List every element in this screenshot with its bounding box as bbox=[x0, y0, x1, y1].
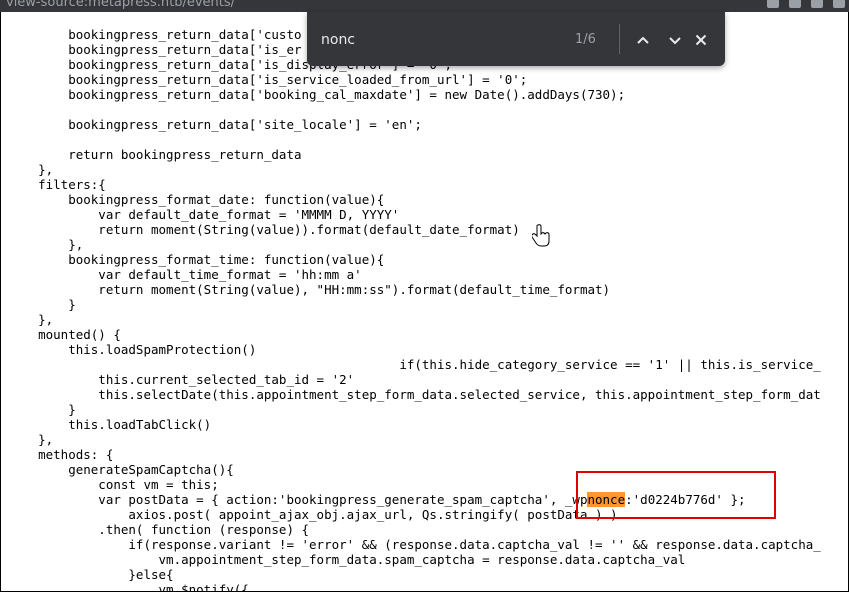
code-line: bookingpress_return_data['booking_cal_ma… bbox=[8, 87, 625, 102]
code-line: var default_date_format = 'MMMM D, YYYY' bbox=[8, 207, 399, 222]
code-line: if(this.hide_category_service == '1' || … bbox=[8, 357, 821, 372]
close-find-button[interactable] bbox=[690, 29, 712, 51]
code-text: this.loadSpamProtection() bbox=[8, 342, 257, 357]
code-line: return moment(String(value)).format(defa… bbox=[8, 222, 520, 237]
code-line: filters:{ bbox=[8, 177, 106, 192]
bookmark-icon[interactable] bbox=[811, 0, 823, 8]
code-text: return moment(String(value)).format(defa… bbox=[8, 222, 520, 237]
code-line: this.loadSpamProtection() bbox=[8, 342, 256, 357]
code-line: bookingpress_return_data['is_service_loa… bbox=[8, 72, 527, 87]
code-line: bookingpress_return_data['is_er bbox=[8, 42, 302, 57]
code-text: axios.post( appoint_ajax_obj.ajax_url, Q… bbox=[8, 507, 618, 522]
code-line: return bookingpress_return_data bbox=[8, 147, 302, 162]
code-line: if(response.variant != 'error' && (respo… bbox=[8, 537, 821, 552]
code-line: }else{ bbox=[8, 567, 174, 582]
toolbar-icons bbox=[767, 0, 845, 8]
chevron-down-icon bbox=[669, 37, 681, 45]
code-text: if(response.variant != 'error' && (respo… bbox=[8, 537, 821, 552]
code-text: generateSpamCaptcha(){ bbox=[8, 462, 234, 477]
code-text: }else{ bbox=[8, 567, 174, 582]
code-line: }, bbox=[8, 237, 83, 252]
code-line: const vm = this; bbox=[8, 477, 219, 492]
code-line: } bbox=[8, 297, 76, 312]
code-text: this.current_selected_tab_id = '2' bbox=[8, 372, 355, 387]
code-text: }, bbox=[8, 432, 54, 447]
url-bar-text[interactable]: view-source:metapress.htb/events/ bbox=[6, 0, 235, 10]
code-text: return bookingpress_return_data bbox=[8, 147, 302, 162]
code-line: bookingpress_format_date: function(value… bbox=[8, 192, 384, 207]
code-text: }, bbox=[8, 312, 54, 327]
next-match-button[interactable] bbox=[664, 29, 686, 51]
code-text: this.loadTabClick() bbox=[8, 417, 212, 432]
code-text: bookingpress_return_data['is_er bbox=[8, 42, 302, 57]
code-text: } bbox=[8, 402, 76, 417]
code-line: }, bbox=[8, 432, 53, 447]
code-text: bookingpress_format_time: function(value… bbox=[8, 252, 385, 267]
code-text: .then( function (response) { bbox=[8, 522, 310, 537]
code-text: bookingpress_return_data['site_locale'] … bbox=[8, 117, 422, 132]
find-in-page-bar: 1/6 bbox=[307, 12, 725, 66]
code-text: mounted() { bbox=[8, 327, 121, 342]
code-text: var default_time_format = 'hh:mm a' bbox=[8, 267, 362, 282]
code-text: if(this.hide_category_service == '1' || … bbox=[8, 357, 821, 372]
code-line: bookingpress_return_data['site_locale'] … bbox=[8, 117, 422, 132]
chevron-up-icon bbox=[637, 36, 649, 44]
share-icon[interactable] bbox=[789, 0, 801, 8]
code-line: } bbox=[8, 402, 76, 417]
code-text: return moment(String(value), "HH:mm:ss")… bbox=[8, 282, 611, 297]
code-line: }, bbox=[8, 162, 53, 177]
code-text: var default_date_format = 'MMMM D, YYYY' bbox=[8, 207, 400, 222]
code-line: vm.$notify({ bbox=[8, 582, 249, 591]
annotation-highlight-box bbox=[576, 471, 776, 519]
code-line: methods: { bbox=[8, 447, 113, 462]
code-text: bookingpress_format_date: function(value… bbox=[8, 192, 385, 207]
code-text: methods: { bbox=[8, 447, 114, 462]
code-line: bookingpress_format_time: function(value… bbox=[8, 252, 384, 267]
code-text: this.selectDate(this.appointment_step_fo… bbox=[8, 387, 821, 402]
code-text: filters:{ bbox=[8, 177, 106, 192]
code-text: } bbox=[8, 297, 76, 312]
match-count: 1/6 bbox=[575, 32, 596, 47]
code-text: bookingpress_return_data['booking_cal_ma… bbox=[8, 87, 626, 102]
code-line: var default_time_format = 'hh:mm a' bbox=[8, 267, 362, 282]
code-text: const vm = this; bbox=[8, 477, 219, 492]
code-text: vm.$notify({ bbox=[8, 582, 249, 591]
browser-top-strip: view-source:metapress.htb/events/ bbox=[0, 0, 849, 12]
code-text: vm.appointment_step_form_data.spam_captc… bbox=[8, 552, 686, 567]
code-line: return moment(String(value), "HH:mm:ss")… bbox=[8, 282, 610, 297]
code-line: mounted() { bbox=[8, 327, 121, 342]
code-text: }, bbox=[8, 237, 84, 252]
extension-icon[interactable] bbox=[767, 0, 779, 8]
code-text: bookingpress_return_data['is_service_loa… bbox=[8, 72, 528, 87]
code-line: generateSpamCaptcha(){ bbox=[8, 462, 234, 477]
code-line: axios.post( appoint_ajax_obj.ajax_url, Q… bbox=[8, 507, 618, 522]
code-line: this.current_selected_tab_id = '2' bbox=[8, 372, 354, 387]
code-line: .then( function (response) { bbox=[8, 522, 309, 537]
previous-match-button[interactable] bbox=[632, 29, 654, 51]
find-input[interactable] bbox=[321, 28, 551, 52]
code-line: this.selectDate(this.appointment_step_fo… bbox=[8, 387, 821, 402]
code-line: this.loadTabClick() bbox=[8, 417, 211, 432]
close-icon bbox=[695, 34, 707, 46]
code-text: var postData = { action:'bookingpress_ge… bbox=[8, 492, 588, 507]
code-line: }, bbox=[8, 312, 53, 327]
hand-pointer-icon bbox=[532, 224, 550, 247]
find-divider bbox=[619, 24, 620, 54]
profile-icon[interactable] bbox=[833, 0, 845, 8]
code-line: vm.appointment_step_form_data.spam_captc… bbox=[8, 552, 686, 567]
code-text: }, bbox=[8, 162, 54, 177]
